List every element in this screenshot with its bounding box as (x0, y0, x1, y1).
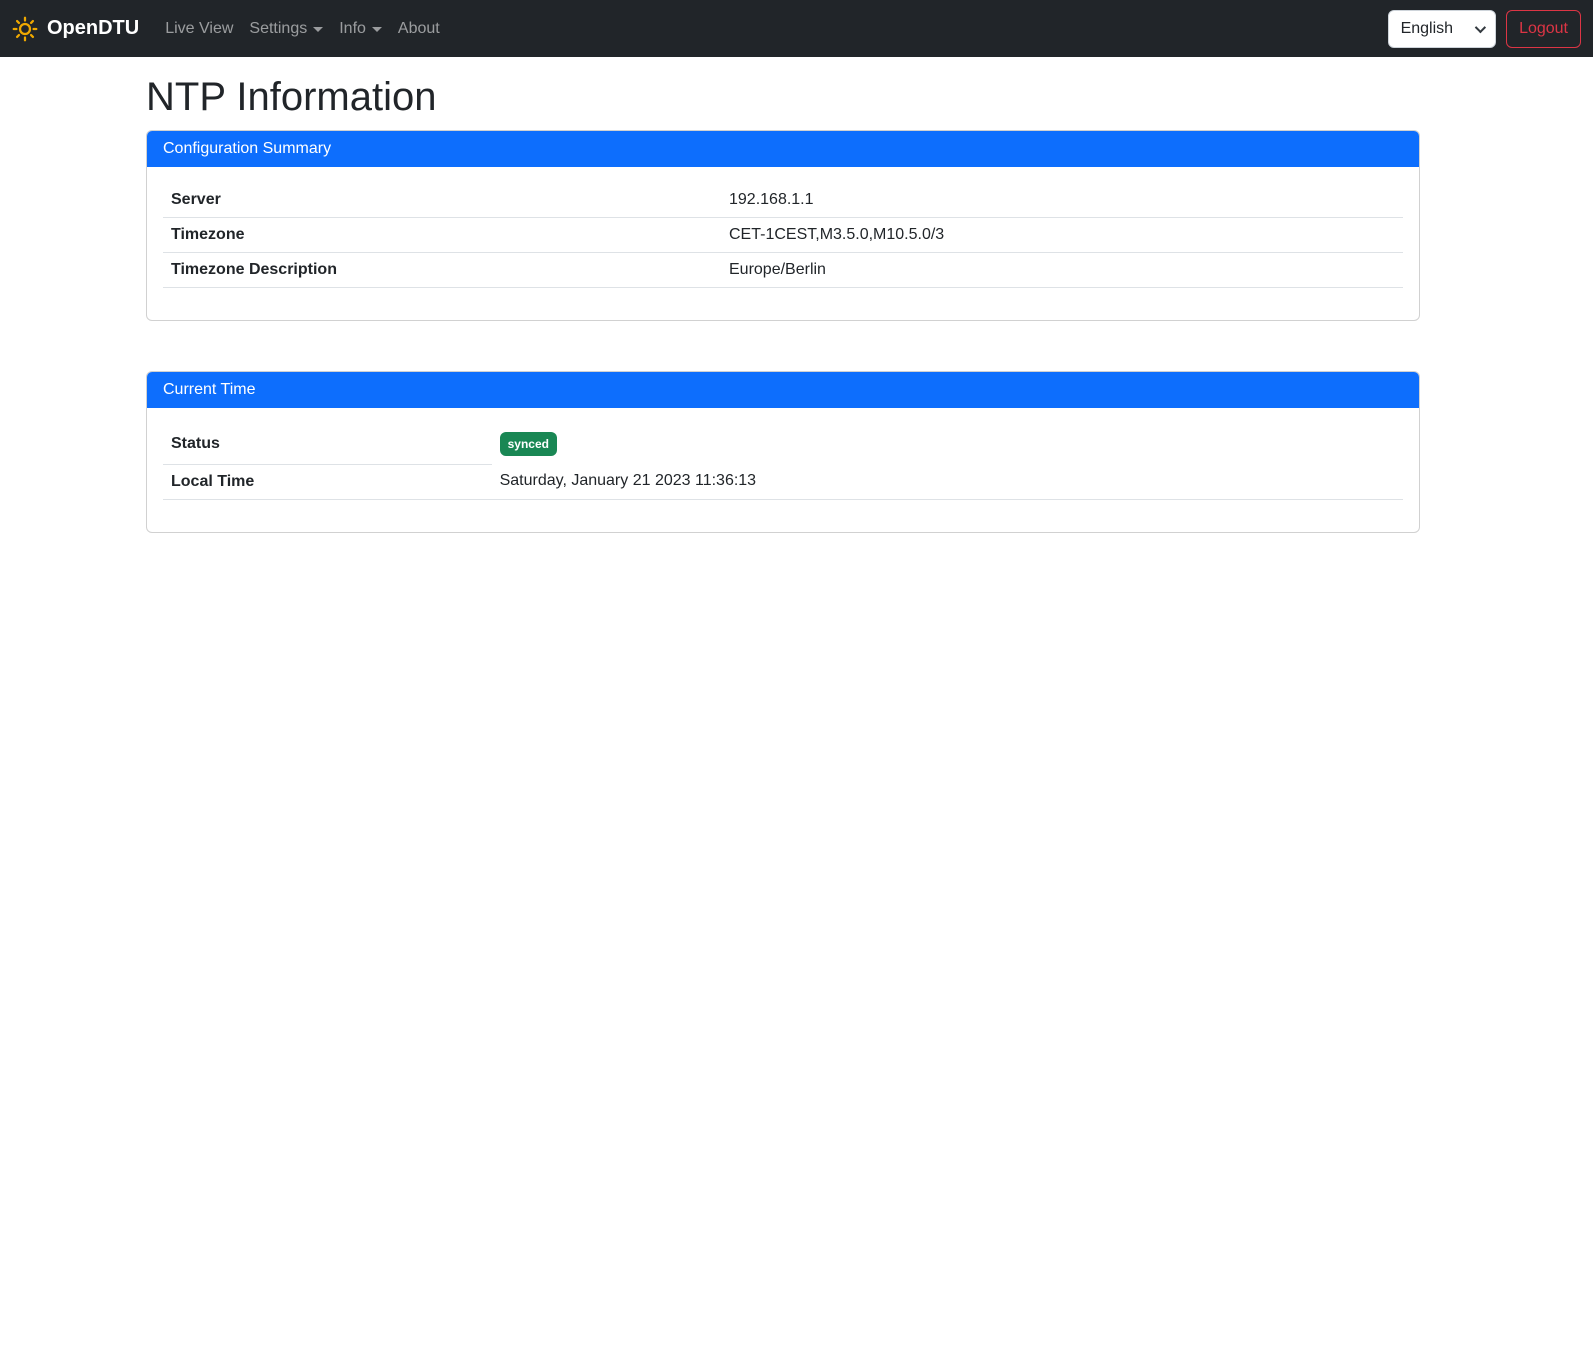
chevron-down-icon (372, 27, 382, 32)
current-time-table: Status synced Local Time Saturday, Janua… (163, 424, 1403, 500)
row-label-local-time: Local Time (163, 464, 492, 499)
row-label-server: Server (163, 183, 721, 218)
current-time-body: Status synced Local Time Saturday, Janua… (147, 408, 1419, 532)
nav-item-settings-label: Settings (249, 20, 307, 38)
brand-link[interactable]: OpenDTU (12, 16, 139, 42)
configuration-summary-table: Server 192.168.1.1 Timezone CET-1CEST,M3… (163, 183, 1403, 288)
page-title: NTP Information (146, 75, 1420, 120)
chevron-down-icon (313, 27, 323, 32)
top-navbar: OpenDTU Live View Settings Info About En… (0, 0, 1593, 57)
current-time-header: Current Time (147, 372, 1419, 408)
status-badge: synced (500, 432, 557, 456)
nav-item-live-view-label: Live View (165, 20, 233, 38)
language-select-value: English (1401, 20, 1453, 38)
nav-item-live-view[interactable]: Live View (157, 12, 241, 46)
table-row: Timezone CET-1CEST,M3.5.0,M10.5.0/3 (163, 218, 1403, 253)
configuration-summary-header: Configuration Summary (147, 131, 1419, 167)
configuration-summary-body: Server 192.168.1.1 Timezone CET-1CEST,M3… (147, 167, 1419, 320)
brand-label: OpenDTU (47, 17, 139, 40)
logout-button[interactable]: Logout (1506, 10, 1581, 48)
row-value-timezone: CET-1CEST,M3.5.0,M10.5.0/3 (721, 218, 1403, 253)
row-label-timezone-description: Timezone Description (163, 253, 721, 288)
sun-icon (12, 16, 38, 42)
row-value-server: 192.168.1.1 (721, 183, 1403, 218)
row-value-status: synced (492, 424, 1403, 464)
nav-item-settings-dropdown[interactable]: Settings (241, 12, 331, 46)
table-row: Timezone Description Europe/Berlin (163, 253, 1403, 288)
language-select[interactable]: English (1388, 10, 1496, 48)
table-row: Status synced (163, 424, 1403, 464)
row-label-status: Status (163, 424, 492, 464)
configuration-summary-card: Configuration Summary Server 192.168.1.1… (146, 130, 1420, 321)
main-content: NTP Information Configuration Summary Se… (146, 75, 1420, 533)
nav-links: Live View Settings Info About (157, 12, 448, 46)
table-row: Local Time Saturday, January 21 2023 11:… (163, 464, 1403, 499)
row-label-timezone: Timezone (163, 218, 721, 253)
navbar-right-group: English Logout (1388, 10, 1581, 48)
nav-item-info-dropdown[interactable]: Info (331, 12, 390, 46)
chevron-down-icon (1475, 21, 1486, 32)
nav-item-about[interactable]: About (390, 12, 448, 46)
row-value-timezone-description: Europe/Berlin (721, 253, 1403, 288)
nav-item-about-label: About (398, 20, 440, 38)
row-value-local-time: Saturday, January 21 2023 11:36:13 (492, 464, 1403, 499)
current-time-card: Current Time Status synced Local Time Sa… (146, 371, 1420, 533)
nav-item-info-label: Info (339, 20, 366, 38)
table-row: Server 192.168.1.1 (163, 183, 1403, 218)
